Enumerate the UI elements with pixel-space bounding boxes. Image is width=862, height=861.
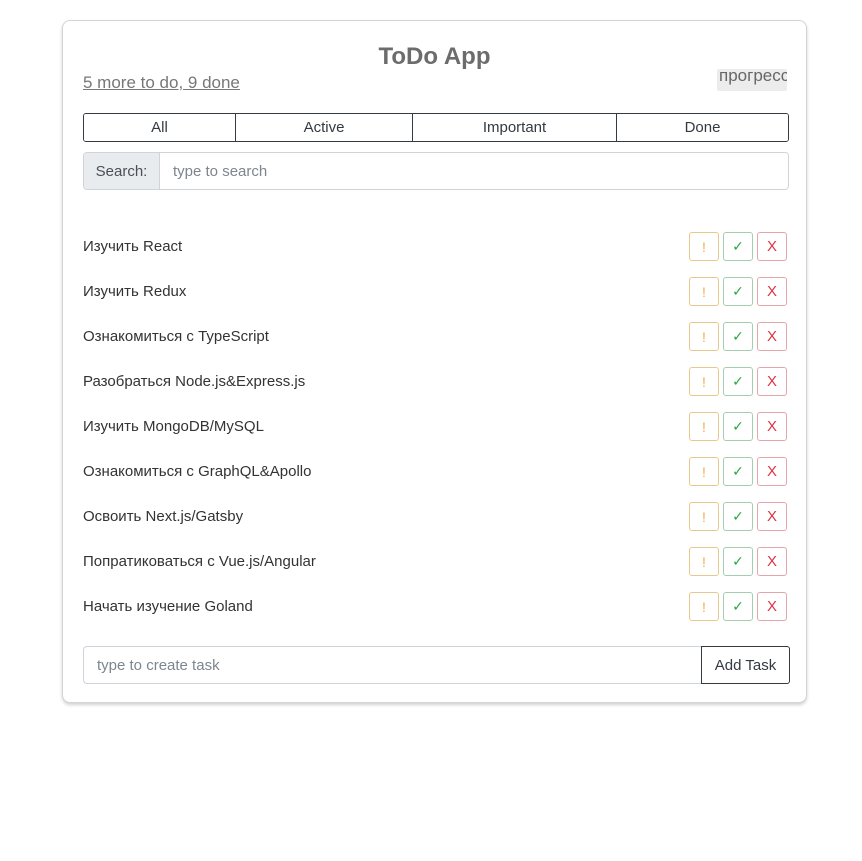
filter-all-button[interactable]: All	[84, 114, 236, 141]
task-counter: 5 more to do, 9 done	[83, 73, 240, 92]
mark-done-button[interactable]: ✓	[723, 367, 753, 396]
delete-task-button[interactable]: X	[757, 547, 787, 576]
task-item: Изучить Redux ! ✓ X	[83, 269, 789, 314]
mark-important-button[interactable]: !	[689, 547, 719, 576]
add-task-form: Add Task	[83, 646, 790, 684]
task-label[interactable]: Начать изучение Goland	[83, 598, 253, 615]
task-actions: ! ✓ X	[689, 367, 787, 396]
mark-done-button[interactable]: ✓	[723, 592, 753, 621]
task-item: Изучить React ! ✓ X	[83, 224, 789, 269]
search-group: Search:	[83, 152, 789, 190]
delete-task-button[interactable]: X	[757, 322, 787, 351]
app-title: ToDo App	[378, 43, 491, 70]
mark-important-button[interactable]: !	[689, 367, 719, 396]
delete-task-button[interactable]: X	[757, 592, 787, 621]
mark-important-button[interactable]: !	[689, 502, 719, 531]
task-label[interactable]: Ознакомиться с TypeScript	[83, 328, 269, 345]
todo-card: ToDo App 5 more to do, 9 done прогресс A…	[62, 20, 807, 703]
add-task-button[interactable]: Add Task	[701, 646, 790, 684]
mark-done-button[interactable]: ✓	[723, 457, 753, 486]
mark-done-button[interactable]: ✓	[723, 277, 753, 306]
task-item: Попратиковаться с Vue.js/Angular ! ✓ X	[83, 539, 789, 584]
task-item: Начать изучение Goland ! ✓ X	[83, 584, 789, 629]
mark-important-button[interactable]: !	[689, 277, 719, 306]
filter-done-button[interactable]: Done	[617, 114, 788, 141]
task-item: Ознакомиться с TypeScript ! ✓ X	[83, 314, 789, 359]
task-actions: ! ✓ X	[689, 322, 787, 351]
task-label[interactable]: Разобраться Node.js&Express.js	[83, 373, 305, 390]
mark-important-button[interactable]: !	[689, 322, 719, 351]
mark-important-button[interactable]: !	[689, 412, 719, 441]
search-label: Search:	[84, 153, 160, 189]
task-label[interactable]: Освоить Next.js/Gatsby	[83, 508, 243, 525]
task-actions: ! ✓ X	[689, 457, 787, 486]
filter-active-button[interactable]: Active	[236, 114, 413, 141]
delete-task-button[interactable]: X	[757, 502, 787, 531]
filter-important-button[interactable]: Important	[413, 114, 617, 141]
delete-task-button[interactable]: X	[757, 232, 787, 261]
mark-important-button[interactable]: !	[689, 457, 719, 486]
delete-task-button[interactable]: X	[757, 367, 787, 396]
task-label[interactable]: Изучить React	[83, 238, 182, 255]
task-item: Ознакомиться с GraphQL&Apollo ! ✓ X	[83, 449, 789, 494]
task-label[interactable]: Попратиковаться с Vue.js/Angular	[83, 553, 316, 570]
progress-label: прогресс	[717, 69, 787, 91]
task-item: Освоить Next.js/Gatsby ! ✓ X	[83, 494, 789, 539]
mark-done-button[interactable]: ✓	[723, 322, 753, 351]
mark-done-button[interactable]: ✓	[723, 547, 753, 576]
task-actions: ! ✓ X	[689, 547, 787, 576]
task-item: Разобраться Node.js&Express.js ! ✓ X	[83, 359, 789, 404]
filter-button-group: All Active Important Done	[83, 113, 789, 142]
task-label[interactable]: Изучить Redux	[83, 283, 186, 300]
new-task-input[interactable]	[83, 646, 701, 684]
task-label[interactable]: Ознакомиться с GraphQL&Apollo	[83, 463, 311, 480]
task-actions: ! ✓ X	[689, 277, 787, 306]
delete-task-button[interactable]: X	[757, 457, 787, 486]
mark-important-button[interactable]: !	[689, 592, 719, 621]
mark-done-button[interactable]: ✓	[723, 412, 753, 441]
task-actions: ! ✓ X	[689, 592, 787, 621]
task-label[interactable]: Изучить MongoDB/MySQL	[83, 418, 264, 435]
mark-done-button[interactable]: ✓	[723, 232, 753, 261]
task-actions: ! ✓ X	[689, 412, 787, 441]
task-actions: ! ✓ X	[689, 232, 787, 261]
task-item: Изучить MongoDB/MySQL ! ✓ X	[83, 404, 789, 449]
delete-task-button[interactable]: X	[757, 277, 787, 306]
task-actions: ! ✓ X	[689, 502, 787, 531]
delete-task-button[interactable]: X	[757, 412, 787, 441]
mark-important-button[interactable]: !	[689, 232, 719, 261]
search-input[interactable]	[160, 153, 788, 189]
mark-done-button[interactable]: ✓	[723, 502, 753, 531]
task-list: Изучить React ! ✓ X Изучить Redux ! ✓ X …	[83, 224, 789, 629]
